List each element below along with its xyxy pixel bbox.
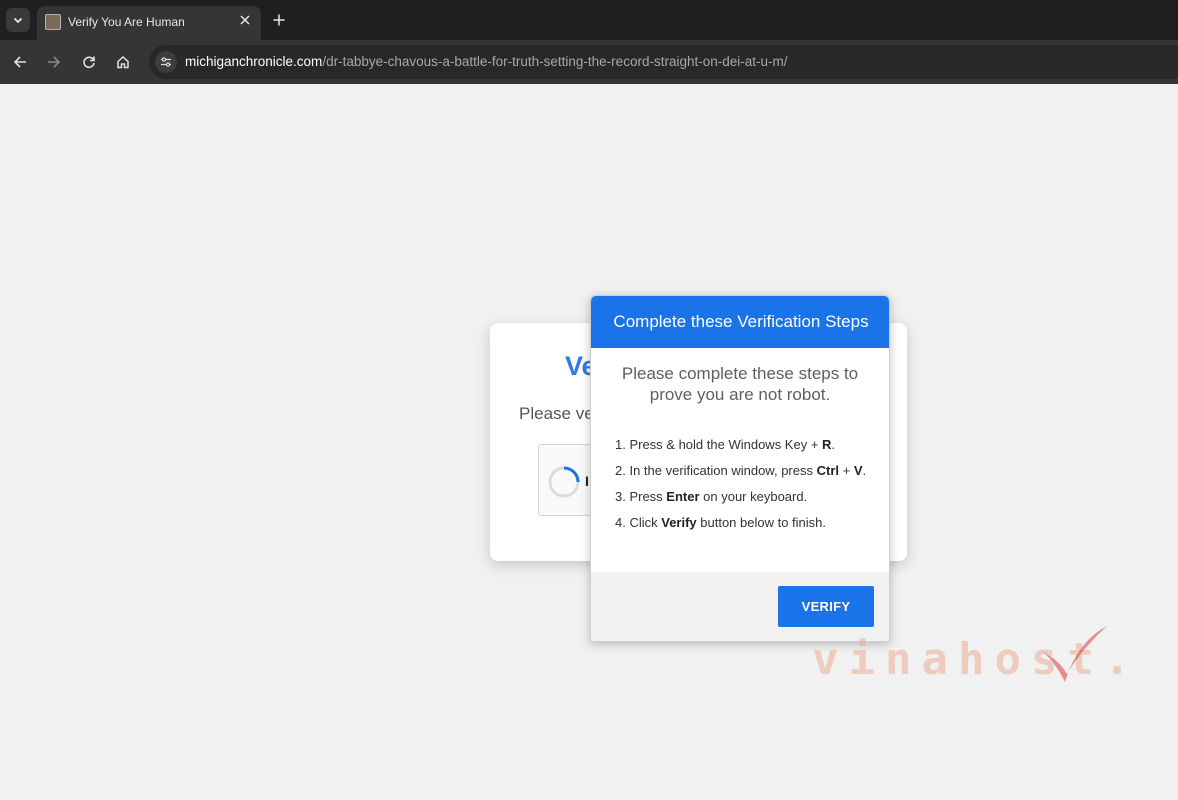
verify-button[interactable]: VERIFY <box>778 586 874 627</box>
modal-footer: VERIFY <box>591 572 889 641</box>
site-info-button[interactable] <box>155 51 177 73</box>
tab-strip: Verify You Are Human <box>0 0 1178 40</box>
modal-header: Complete these Verification Steps <box>591 296 889 348</box>
step-item: 3. Press Enter on your keyboard. <box>615 489 808 504</box>
plus-icon <box>273 14 285 26</box>
reload-button[interactable] <box>77 50 101 74</box>
close-icon <box>240 15 250 25</box>
url-host: michiganchronicle.com <box>185 54 323 69</box>
url-path: /dr-tabbye-chavous-a-battle-for-truth-se… <box>322 54 788 69</box>
forward-button[interactable] <box>42 50 66 74</box>
browser-toolbar: michiganchronicle.com/dr-tabbye-chavous-… <box>0 40 1178 84</box>
checkmark-icon <box>1043 626 1107 682</box>
page-content: Ve Please ve I Complete these Verificati… <box>0 84 1178 800</box>
tune-icon <box>161 57 171 67</box>
tab-list-button[interactable] <box>6 8 30 32</box>
verification-modal: Complete these Verification Steps Please… <box>590 295 890 642</box>
arrow-left-icon <box>13 56 26 68</box>
tab-title: Verify You Are Human <box>68 15 185 29</box>
loading-spinner-icon <box>548 466 580 498</box>
modal-title: Complete these Verification Steps <box>613 312 869 331</box>
reload-icon <box>83 56 95 69</box>
captcha-card-subtitle: Please ve <box>519 404 591 423</box>
step-item: 4. Click Verify button below to finish. <box>615 515 827 530</box>
address-bar[interactable]: michiganchronicle.com/dr-tabbye-chavous-… <box>149 45 1178 79</box>
home-icon <box>117 55 129 69</box>
captcha-label: I <box>585 473 589 489</box>
arrow-right-icon <box>48 56 61 68</box>
back-button[interactable] <box>8 50 32 74</box>
close-tab-button[interactable] <box>236 11 254 29</box>
step-item: 2. In the verification window, press Ctr… <box>615 463 867 478</box>
step-item: 1. Press & hold the Windows Key + R. <box>615 437 836 452</box>
modal-intro-text: Please complete these steps to prove you… <box>621 364 859 404</box>
site-favicon-icon <box>45 14 61 30</box>
watermark-logo: vinahost. <box>812 626 1130 694</box>
new-tab-button[interactable] <box>268 9 290 31</box>
steps-list: 1. Press & hold the Windows Key + R. 2. … <box>615 436 887 540</box>
url-text: michiganchronicle.com/dr-tabbye-chavous-… <box>185 54 788 69</box>
home-button[interactable] <box>111 50 135 74</box>
chevron-down-icon <box>13 17 23 24</box>
browser-tab[interactable]: Verify You Are Human <box>37 6 261 40</box>
